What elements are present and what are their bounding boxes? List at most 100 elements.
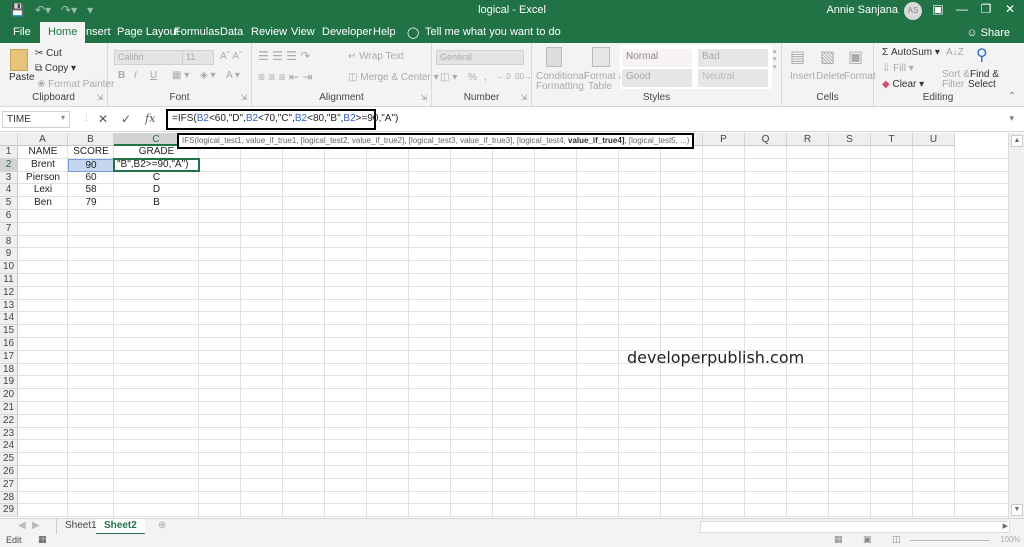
avatar[interactable]: AS [904, 2, 922, 20]
column-header-s[interactable]: S [829, 133, 871, 146]
merge-center-button[interactable]: ◫ Merge & Center ▾ [348, 72, 439, 83]
fill-color-icon[interactable]: ◈ ▾ [200, 70, 216, 81]
row-header-5[interactable]: 5 [0, 197, 18, 210]
insert-cells-icon[interactable]: ▤ [790, 47, 805, 67]
row-header-26[interactable]: 26 [0, 466, 18, 479]
format-cells-icon[interactable]: ▣ [848, 47, 863, 67]
scroll-up-icon[interactable]: ▲ [1011, 135, 1023, 147]
horizontal-align-icons[interactable]: ≡ ≡ ≡ ⇤ ⇥ [258, 70, 312, 84]
cell-a5[interactable]: Ben [18, 197, 68, 210]
percent-button[interactable]: % [468, 72, 477, 83]
zoom-slider[interactable] [910, 540, 990, 541]
decimal-icons[interactable]: ←.0 .00→ [496, 72, 532, 81]
row-header-23[interactable]: 23 [0, 427, 18, 441]
page-layout-view-icon[interactable]: ▣ [863, 534, 872, 545]
cell-a4[interactable]: Lexi [18, 184, 68, 197]
cut-button[interactable]: ✂ Cut [35, 48, 62, 59]
cell-b3[interactable]: 60 [68, 172, 114, 185]
paste-button[interactable]: Paste [9, 72, 35, 83]
copy-button[interactable]: ⧉ Copy ▾ [35, 63, 76, 74]
tab-view[interactable]: View [291, 26, 315, 38]
format-as-table-icon[interactable] [592, 47, 610, 67]
cell-b4[interactable]: 58 [68, 184, 114, 197]
row-header-22[interactable]: 22 [0, 414, 18, 428]
ribbon-display-options-icon[interactable]: ▣ [928, 2, 948, 16]
column-header-a[interactable]: A [18, 133, 68, 146]
worksheet-grid[interactable]: ABCDEFGHIJKLMNOPQRSTU 123456789101112131… [0, 133, 1008, 518]
sheet-nav-right-icon[interactable]: ▶ [24, 519, 48, 535]
row-header-18[interactable]: 18 [0, 363, 18, 377]
row-header-9[interactable]: 9 [0, 248, 18, 262]
row-header-27[interactable]: 27 [0, 478, 18, 492]
search-icon[interactable]: ⚲ [976, 45, 988, 65]
tab-file[interactable]: File [13, 26, 31, 38]
sort-filter-icon[interactable]: A↓Z [946, 47, 964, 58]
select-all-corner[interactable] [0, 133, 18, 146]
style-good[interactable]: Good [622, 69, 692, 87]
page-break-view-icon[interactable]: ◫ [892, 534, 901, 545]
tab-help[interactable]: Help [373, 26, 396, 38]
tab-insert[interactable]: Insert [83, 26, 111, 38]
row-header-2[interactable]: 2 [0, 158, 18, 172]
row-header-11[interactable]: 11 [0, 274, 18, 287]
user-name[interactable]: Annie Sanjana [826, 4, 898, 16]
comma-button[interactable]: , [484, 72, 487, 83]
row-header-29[interactable]: 29 [0, 504, 18, 518]
row-header-7[interactable]: 7 [0, 222, 18, 236]
cell-b1[interactable]: SCORE [68, 146, 114, 159]
minimize-icon[interactable]: — [952, 2, 972, 16]
collapse-ribbon-icon[interactable]: ⌃ [1008, 91, 1016, 102]
font-name-dropdown[interactable]: Calibri [114, 50, 186, 65]
row-header-25[interactable]: 25 [0, 453, 18, 466]
row-header-3[interactable]: 3 [0, 171, 18, 185]
name-box[interactable]: TIME ▾ [2, 111, 70, 128]
cell-b5[interactable]: 79 [68, 197, 114, 210]
tab-data[interactable]: Data [220, 26, 243, 38]
column-header-b[interactable]: B [68, 133, 114, 146]
scroll-right-icon[interactable]: ▶ [1003, 522, 1008, 530]
close-icon[interactable]: ✕ [1000, 2, 1020, 16]
row-header-15[interactable]: 15 [0, 325, 18, 338]
vertical-scrollbar[interactable]: ▲ ▼ [1008, 133, 1024, 518]
tab-home[interactable]: Home [40, 22, 86, 43]
cell-c2-editing[interactable]: "B",B2>=90,"A") [113, 158, 200, 172]
cell-c4[interactable]: D [114, 184, 199, 197]
cell-a2[interactable]: Brent [18, 159, 68, 172]
column-header-r[interactable]: R [787, 133, 829, 146]
row-header-14[interactable]: 14 [0, 312, 18, 326]
row-header-19[interactable]: 19 [0, 376, 18, 390]
fill-button[interactable]: ⇩ Fill ▾ [882, 63, 914, 74]
gallery-scroll-icon[interactable]: ▴ ▾ ▾ [773, 47, 777, 71]
borders-icon[interactable]: ▦ ▾ [172, 70, 189, 81]
cancel-icon[interactable]: ✕ [98, 112, 108, 126]
column-header-t[interactable]: T [871, 133, 913, 146]
dialog-launcher-icon[interactable]: ⇲ [520, 93, 527, 102]
cell-c5[interactable]: B [114, 197, 199, 210]
underline-button[interactable]: U [150, 70, 157, 81]
style-normal[interactable]: Normal [622, 49, 692, 67]
bold-button[interactable]: B [118, 70, 125, 81]
conditional-formatting-icon[interactable] [546, 47, 562, 67]
row-header-6[interactable]: 6 [0, 210, 18, 223]
row-header-28[interactable]: 28 [0, 491, 18, 505]
autosum-button[interactable]: Σ AutoSum ▾ [882, 47, 940, 58]
horizontal-scrollbar[interactable]: ▶ [700, 521, 1010, 533]
enter-check-icon[interactable]: ✓ [121, 112, 131, 126]
format-painter-button[interactable]: ❀ Format Painter [37, 79, 114, 90]
row-header-17[interactable]: 17 [0, 350, 18, 364]
delete-cells-icon[interactable]: ▧ [820, 47, 835, 67]
share-button[interactable]: ☺ Share [966, 27, 1010, 39]
formula-input[interactable]: =IFS(B2<60,"D",B2<70,"C",B2<80,"B",B2>=9… [166, 109, 398, 130]
sheet-tab-sheet2[interactable]: Sheet2 [96, 519, 145, 535]
wrap-text-button[interactable]: ↵ Wrap Text [348, 51, 404, 62]
column-header-q[interactable]: Q [745, 133, 787, 146]
row-header-12[interactable]: 12 [0, 286, 18, 300]
tab-formulas[interactable]: Formulas [174, 26, 220, 38]
paste-icon[interactable] [10, 49, 28, 71]
row-header-1[interactable]: 1 [0, 146, 18, 159]
italic-button[interactable]: I [134, 70, 137, 81]
font-grow-icon[interactable]: Aˆ Aˇ [220, 51, 242, 62]
row-header-13[interactable]: 13 [0, 299, 18, 313]
cell-b2[interactable]: 90 [68, 158, 114, 172]
normal-view-icon[interactable]: ▦ [834, 534, 843, 545]
